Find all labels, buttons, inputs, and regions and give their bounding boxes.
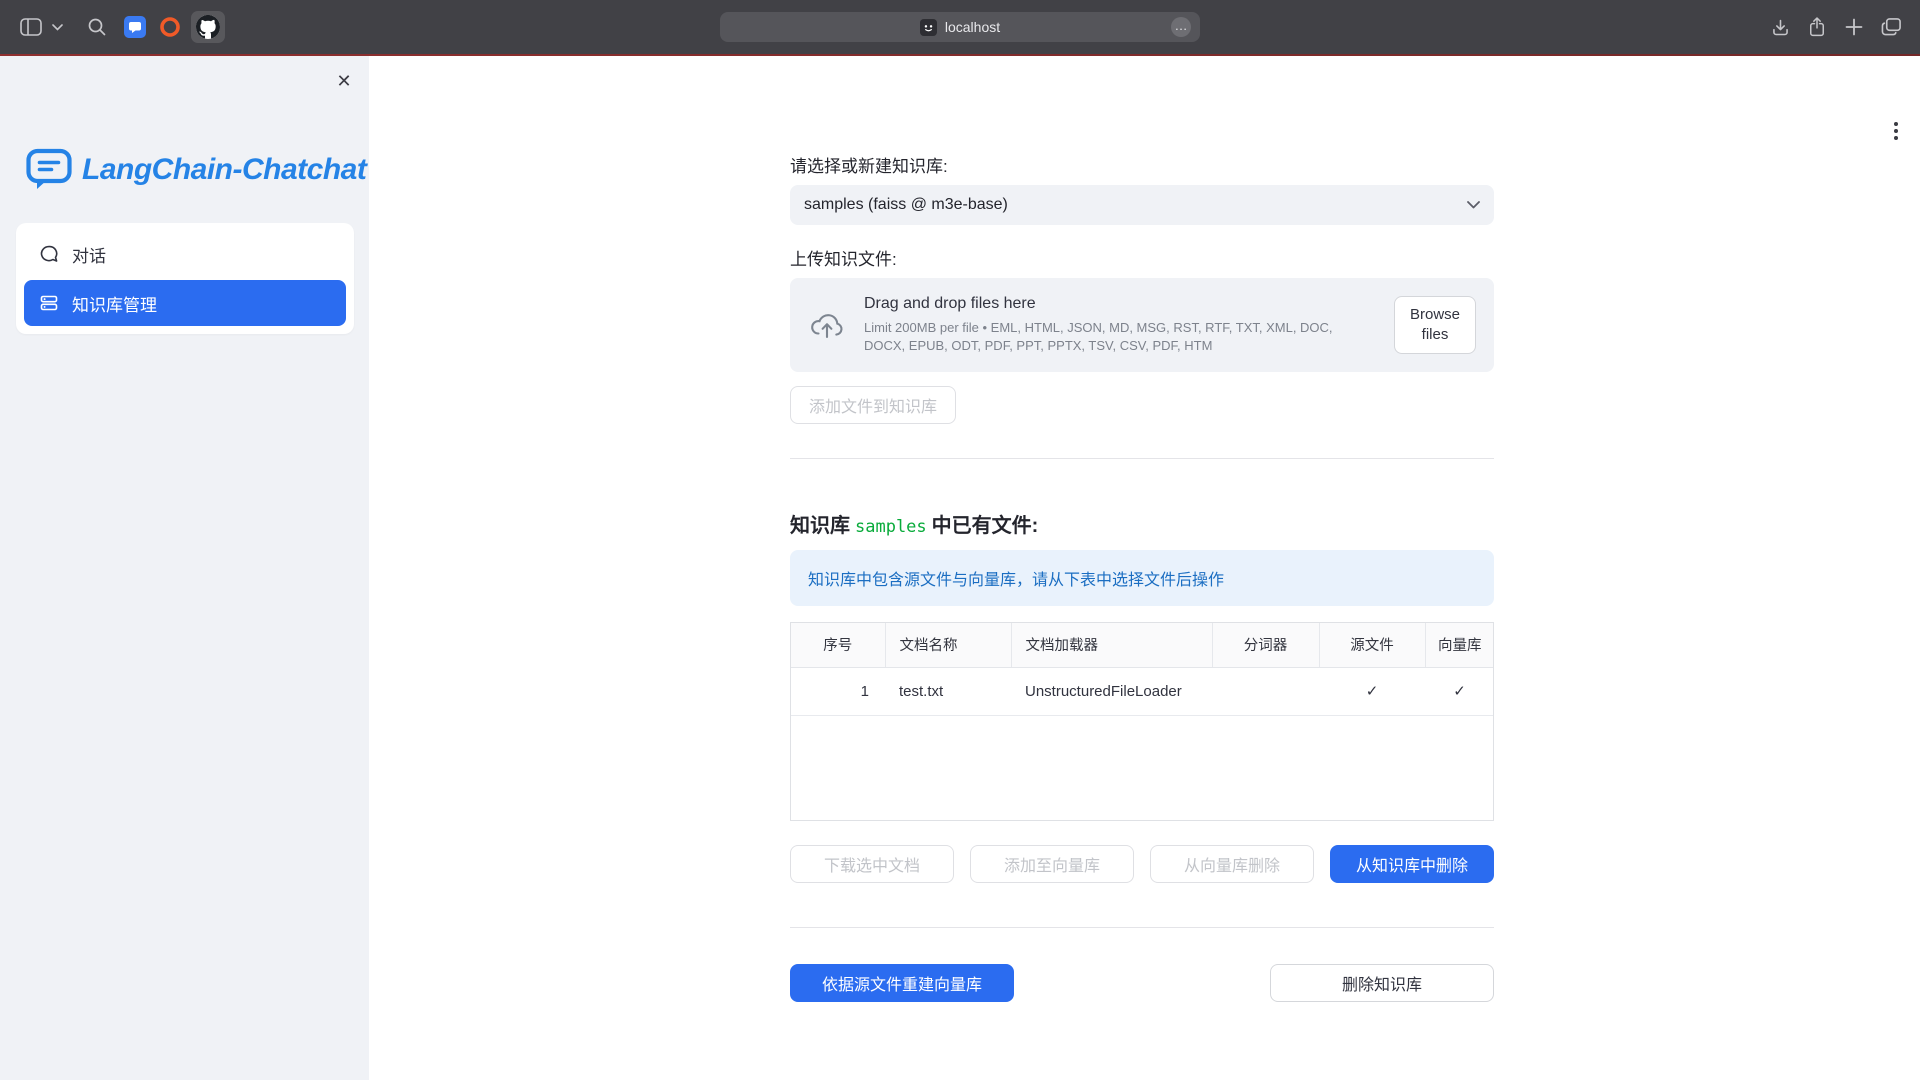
column-header-doc-name[interactable]: 文档名称 — [885, 623, 1011, 667]
cell-vector-check: ✓ — [1425, 667, 1494, 715]
knowledge-base-icon — [39, 293, 59, 313]
pinned-tab-blue-icon — [124, 16, 146, 38]
share-icon — [1807, 16, 1827, 38]
cell-splitter — [1212, 667, 1319, 715]
add-files-to-kb-button[interactable]: 添加文件到知识库 — [790, 386, 956, 424]
github-icon — [196, 15, 220, 39]
delete-from-kb-button[interactable]: 从知识库中删除 — [1330, 845, 1494, 883]
kb-select-label: 请选择或新建知识库: — [790, 152, 1494, 177]
sidebar-item-kb-management[interactable]: 知识库管理 — [24, 280, 346, 326]
sidebar-toggle-icon — [20, 18, 42, 36]
sidebar-item-label: 对话 — [72, 242, 106, 267]
download-selected-button[interactable]: 下载选中文档 — [790, 845, 954, 883]
logo-text: LangChain-Chatchat — [82, 153, 366, 187]
sidebar-close-button[interactable]: ✕ — [331, 68, 357, 94]
table-header-row: 序号 文档名称 文档加载器 分词器 源文件 向量库 — [791, 623, 1494, 667]
cell-index: 1 — [791, 667, 885, 715]
sidebar: ✕ LangChain-Chatchat 对话 知识库管理 — [0, 56, 369, 1080]
table-row[interactable]: 1 test.txt UnstructuredFileLoader ✓ ✓ — [791, 667, 1494, 715]
plus-icon — [1845, 18, 1863, 36]
uploader-texts: Drag and drop files here Limit 200MB per… — [864, 295, 1376, 354]
cell-source-check: ✓ — [1319, 667, 1425, 715]
site-favicon — [920, 19, 937, 36]
select-chevron-down-icon — [1467, 201, 1480, 209]
app-logo: LangChain-Chatchat — [26, 148, 366, 192]
column-header-vector-store[interactable]: 向量库 — [1425, 623, 1494, 667]
delete-kb-button[interactable]: 删除知识库 — [1270, 964, 1494, 1002]
column-header-source-file[interactable]: 源文件 — [1319, 623, 1425, 667]
cell-loader: UnstructuredFileLoader — [1011, 667, 1212, 715]
tabs-icon — [1881, 17, 1902, 37]
app-menu-button[interactable] — [1888, 120, 1904, 142]
pinned-tab-github[interactable] — [191, 11, 225, 43]
search-button[interactable] — [84, 0, 110, 54]
kb-files-table: 序号 文档名称 文档加载器 分词器 源文件 向量库 1 test.txt Uns… — [790, 622, 1494, 821]
downloads-button[interactable] — [1767, 0, 1793, 54]
browser-toolbar: localhost … — [0, 0, 1920, 54]
pinned-tab-orange[interactable] — [157, 0, 183, 54]
sidebar-item-dialogue[interactable]: 对话 — [24, 231, 346, 277]
add-to-vector-store-button[interactable]: 添加至向量库 — [970, 845, 1134, 883]
page: localhost … — [0, 0, 1920, 1080]
chat-bubble-icon — [39, 244, 59, 264]
rebuild-vector-store-button[interactable]: 依据源文件重建向量库 — [790, 964, 1014, 1002]
sidebar-menu: 对话 知识库管理 — [16, 223, 354, 334]
close-icon: ✕ — [336, 71, 351, 92]
tab-overview-button[interactable] — [1877, 0, 1905, 54]
url-text: localhost — [945, 19, 1000, 35]
pinned-tab-orange-icon — [159, 16, 181, 38]
new-tab-button[interactable] — [1841, 0, 1867, 54]
drag-drop-text: Drag and drop files here — [864, 295, 1376, 313]
kb-files-heading-prefix: 知识库 — [790, 515, 850, 537]
file-actions-row: 下载选中文档 添加至向量库 从向量库删除 从知识库中删除 — [790, 845, 1494, 883]
info-banner: 知识库中包含源文件与向量库，请从下表中选择文件后操作 — [790, 550, 1494, 606]
kb-select[interactable]: samples (faiss @ m3e-base) — [790, 185, 1494, 225]
page-actions-ellipsis-icon[interactable]: … — [1171, 17, 1191, 37]
column-header-loader[interactable]: 文档加载器 — [1011, 623, 1212, 667]
kb-files-heading-suffix: 中已有文件: — [932, 515, 1039, 537]
column-header-index[interactable]: 序号 — [791, 623, 885, 667]
kb-actions-row: 依据源文件重建向量库 删除知识库 — [790, 964, 1494, 1002]
delete-from-vector-store-button[interactable]: 从向量库删除 — [1150, 845, 1314, 883]
sidebar-chevron-button[interactable] — [48, 0, 66, 54]
sidebar-toggle-button[interactable] — [17, 0, 45, 54]
upload-label: 上传知识文件: — [790, 245, 1494, 270]
divider — [790, 927, 1494, 928]
share-button[interactable] — [1804, 0, 1830, 54]
kb-files-heading: 知识库samples中已有文件: — [790, 509, 1494, 538]
kebab-icon — [1888, 120, 1904, 142]
url-bar[interactable]: localhost … — [720, 12, 1200, 42]
info-text: 知识库中包含源文件与向量库，请从下表中选择文件后操作 — [808, 566, 1224, 590]
column-header-splitter[interactable]: 分词器 — [1212, 623, 1319, 667]
download-icon — [1770, 17, 1791, 38]
cloud-upload-icon — [808, 310, 846, 340]
logo-chat-bubble-icon — [26, 148, 72, 192]
search-icon — [87, 17, 107, 37]
divider — [790, 458, 1494, 459]
chevron-down-icon — [52, 24, 63, 31]
file-dropzone[interactable]: Drag and drop files here Limit 200MB per… — [790, 278, 1494, 372]
pinned-tab-blue[interactable] — [122, 0, 148, 54]
upload-limit-text: Limit 200MB per file • EML, HTML, JSON, … — [864, 319, 1376, 354]
kb-name-code: samples — [850, 517, 932, 537]
kb-select-value: samples (faiss @ m3e-base) — [804, 196, 1008, 214]
cell-doc-name: test.txt — [885, 667, 1011, 715]
sidebar-item-label: 知识库管理 — [72, 291, 157, 316]
browse-files-button[interactable]: Browse files — [1394, 296, 1476, 355]
main-content: 请选择或新建知识库: samples (faiss @ m3e-base) 上传… — [790, 58, 1494, 1002]
